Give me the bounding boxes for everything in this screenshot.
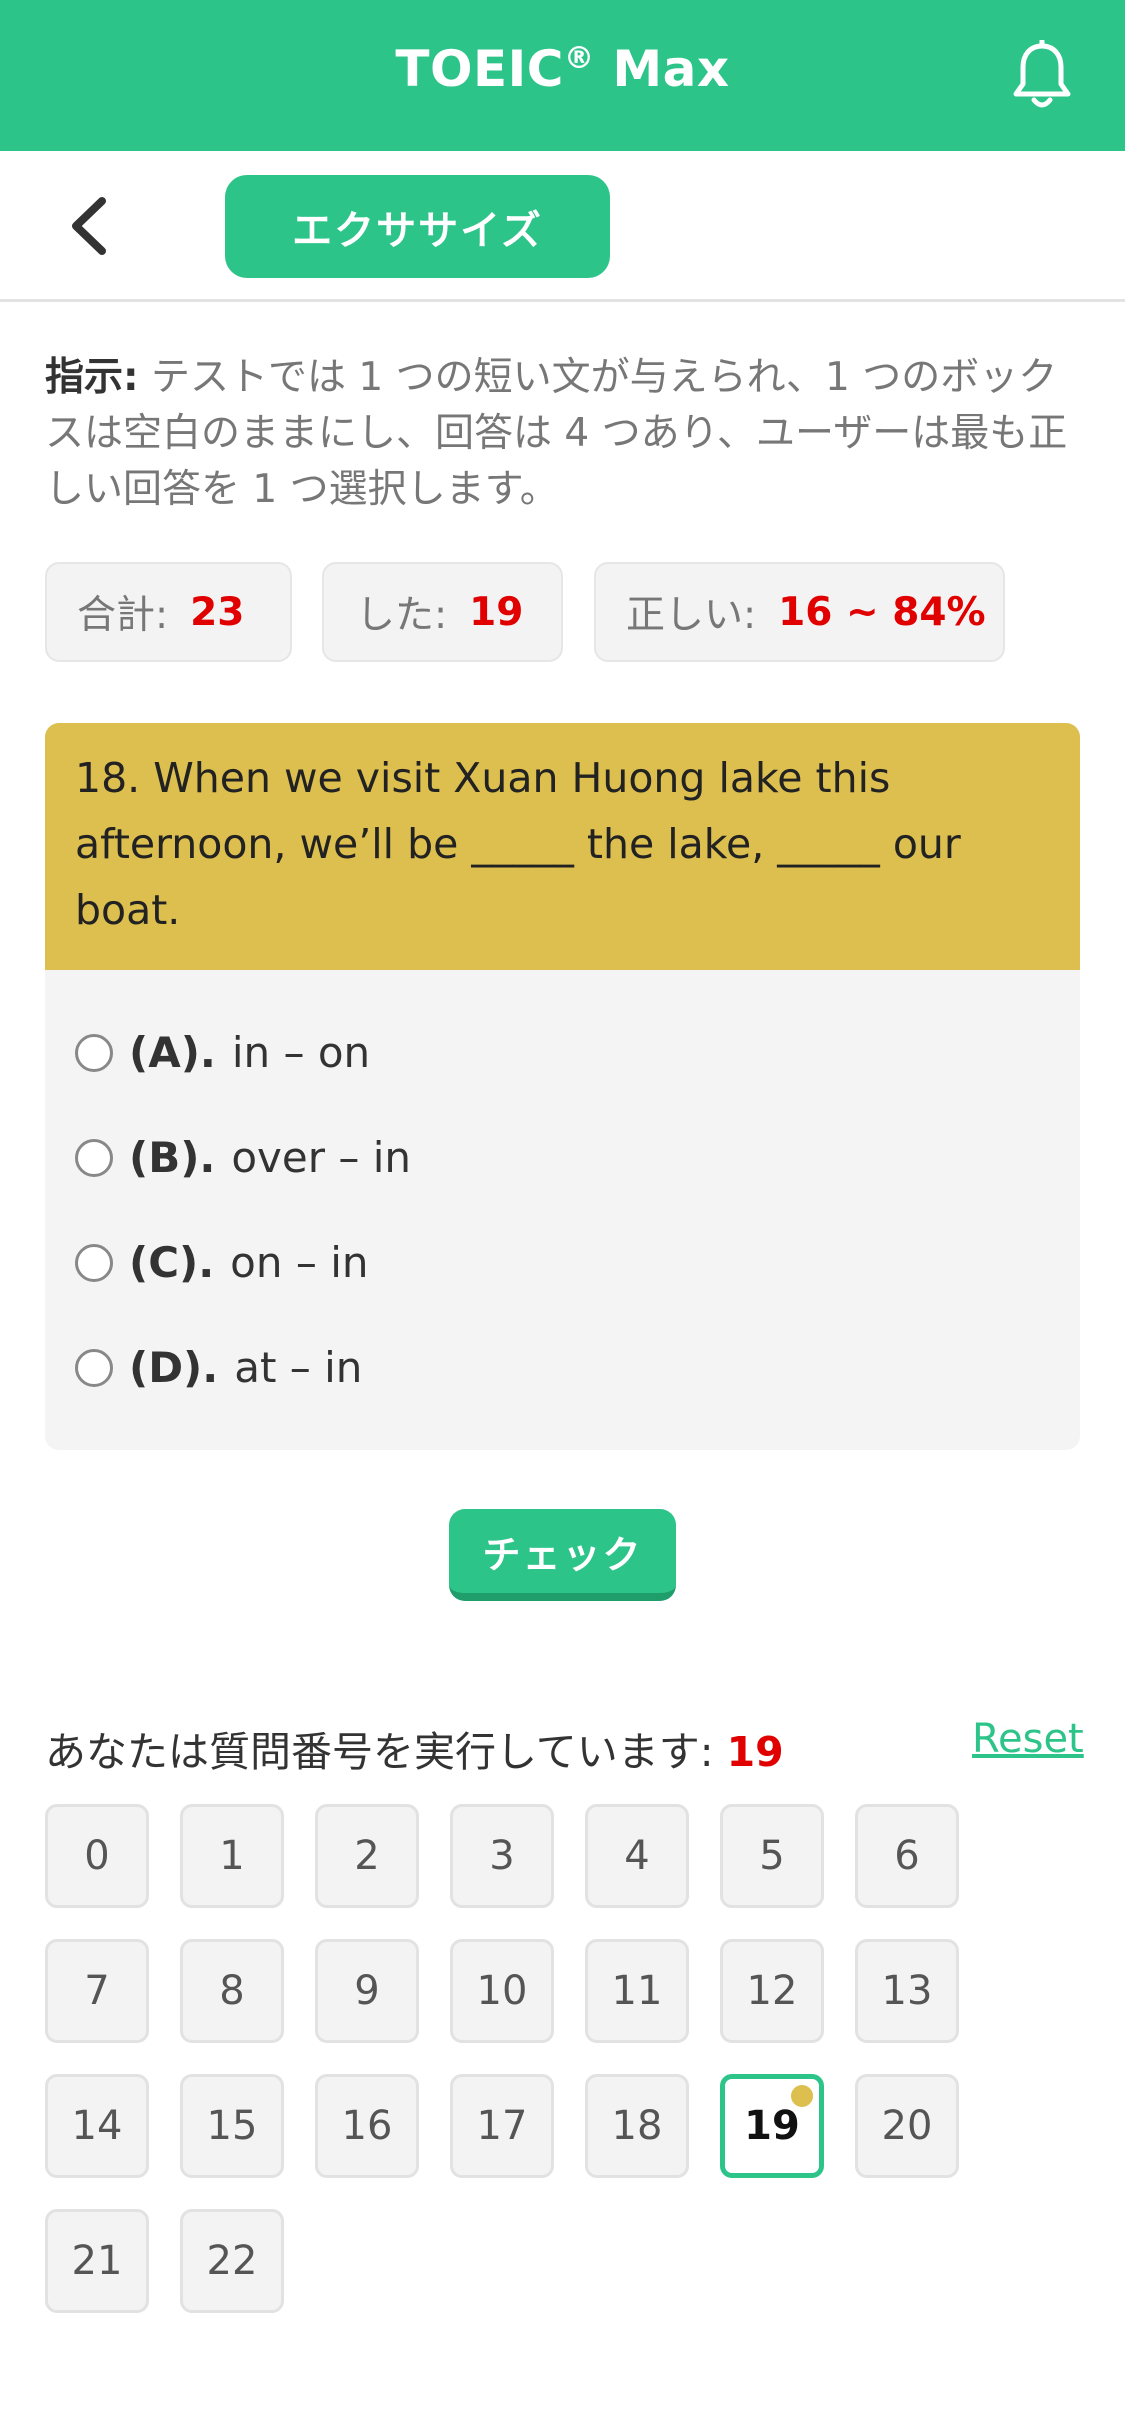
option-text: at – in <box>234 1343 363 1392</box>
top-app-bar: TOEIC® Max <box>0 0 1125 151</box>
question-number-button[interactable]: 11 <box>585 1939 689 2043</box>
bell-icon[interactable] <box>1010 40 1074 112</box>
option-b[interactable]: (B). over – in <box>75 1133 411 1182</box>
app-title-suffix: Max <box>594 40 730 98</box>
stat-done-label: した: <box>356 593 448 638</box>
option-letter: (B). <box>129 1133 216 1182</box>
option-a[interactable]: (A). in – on <box>75 1028 370 1077</box>
option-letter: (C). <box>129 1238 215 1287</box>
question-number-button[interactable]: 5 <box>720 1804 824 1908</box>
stat-done: した: 19 <box>322 562 563 662</box>
question-number-button[interactable]: 20 <box>855 2074 959 2178</box>
question-number-label: 19 <box>744 2103 800 2149</box>
radio-button[interactable] <box>75 1033 113 1072</box>
question-number-button[interactable]: 22 <box>180 2209 284 2313</box>
question-number-button[interactable]: 1 <box>180 1804 284 1908</box>
stat-total-label: 合計: <box>77 593 169 638</box>
radio-button[interactable] <box>75 1348 113 1387</box>
stat-total: 合計: 23 <box>45 562 292 662</box>
question-number-button[interactable]: 4 <box>585 1804 689 1908</box>
question-number-button[interactable]: 18 <box>585 2074 689 2178</box>
registered-mark: ® <box>563 41 595 76</box>
instruction-label: 指示: <box>45 355 139 400</box>
question-number-button[interactable]: 10 <box>450 1939 554 2043</box>
question-number-button[interactable]: 13 <box>855 1939 959 2043</box>
question-number-button[interactable]: 6 <box>855 1804 959 1908</box>
back-arrow-icon[interactable] <box>62 191 122 261</box>
stat-correct-label: 正しい: <box>626 593 757 638</box>
question-number-button[interactable]: 14 <box>45 2074 149 2178</box>
question-number-button-current[interactable]: 19 <box>720 2074 824 2178</box>
option-d[interactable]: (D). at – in <box>75 1343 362 1392</box>
question-number-button[interactable]: 9 <box>315 1939 419 2043</box>
question-number-button[interactable]: 12 <box>720 1939 824 2043</box>
option-letter: (A). <box>129 1028 216 1077</box>
app-title: TOEIC® Max <box>0 40 1125 98</box>
radio-button[interactable] <box>75 1243 113 1282</box>
sub-navigation-bar: エクササイズ <box>0 151 1125 302</box>
stat-correct: 正しい: 16 ~ 84% <box>594 562 1005 662</box>
question-number-button[interactable]: 21 <box>45 2209 149 2313</box>
instruction-text: 指示: テストでは 1 つの短い文が与えられ、1 つのボックスは空白のままにし、… <box>45 350 1080 518</box>
progress-label: あなたは質問番号を実行しています: 19 <box>45 1718 784 1778</box>
question-text: 18. When we visit Xuan Huong lake this a… <box>45 723 1080 970</box>
exercise-button[interactable]: エクササイズ <box>225 175 610 278</box>
question-number-button[interactable]: 8 <box>180 1939 284 2043</box>
current-indicator-dot <box>791 2085 813 2107</box>
stat-done-value: 19 <box>469 589 524 635</box>
option-text: in – on <box>231 1028 371 1077</box>
question-number-button[interactable]: 17 <box>450 2074 554 2178</box>
question-number-button[interactable]: 2 <box>315 1804 419 1908</box>
question-number-button[interactable]: 16 <box>315 2074 419 2178</box>
stat-total-value: 23 <box>190 589 245 635</box>
check-button[interactable]: チェック <box>449 1509 676 1601</box>
question-number-button[interactable]: 0 <box>45 1804 149 1908</box>
question-number-button[interactable]: 3 <box>450 1804 554 1908</box>
instruction-body: テストでは 1 つの短い文が与えられ、1 つのボックスは空白のままにし、回答は … <box>45 355 1068 512</box>
app-title-text: TOEIC <box>395 40 564 98</box>
reset-link[interactable]: Reset <box>972 1716 1084 1762</box>
stat-correct-value: 16 ~ 84% <box>778 589 986 635</box>
option-text: on – in <box>230 1238 369 1287</box>
question-card: 18. When we visit Xuan Huong lake this a… <box>45 723 1080 1450</box>
current-question-number: 19 <box>726 1728 784 1776</box>
question-number-button[interactable]: 15 <box>180 2074 284 2178</box>
radio-button[interactable] <box>75 1138 113 1177</box>
option-text: over – in <box>231 1133 412 1182</box>
progress-label-text: あなたは質問番号を実行しています: <box>45 1728 727 1776</box>
option-c[interactable]: (C). on – in <box>75 1238 368 1287</box>
question-number-button[interactable]: 7 <box>45 1939 149 2043</box>
option-letter: (D). <box>129 1343 219 1392</box>
